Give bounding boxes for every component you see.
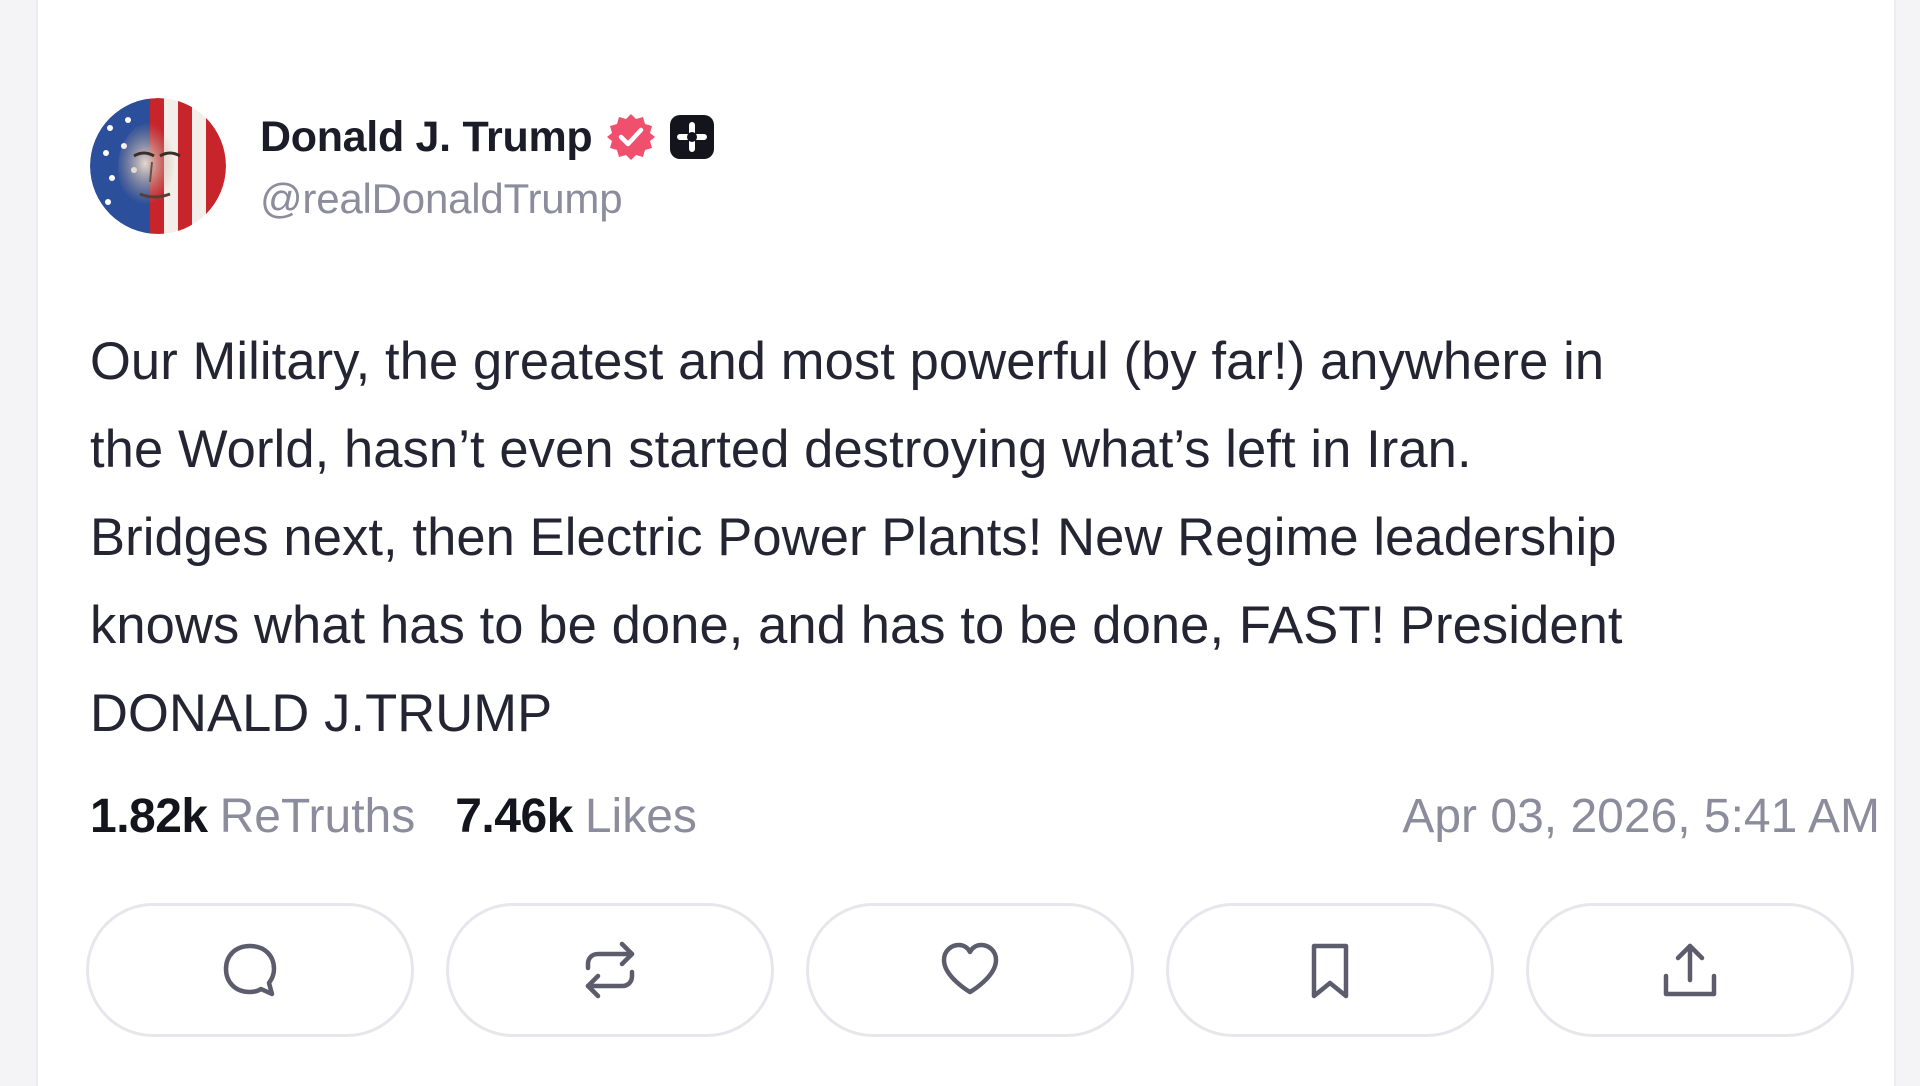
retruth-button[interactable] <box>446 903 774 1037</box>
speech-bubble-icon <box>223 943 277 997</box>
bookmark-button[interactable] <box>1166 903 1494 1037</box>
repost-arrows-icon <box>585 941 635 999</box>
plus-badge-icon <box>670 115 715 159</box>
author-handle[interactable]: @realDonaldTrump <box>260 175 716 223</box>
share-button[interactable] <box>1526 903 1854 1037</box>
post-timestamp: Apr 03, 2026, 5:41 AM <box>1402 789 1880 843</box>
post-body-text: Our Military, the greatest and most powe… <box>90 332 1623 743</box>
author-info: Donald J. Trump @realDonaldTrump <box>260 109 716 223</box>
heart-icon <box>941 942 999 995</box>
retruths-count[interactable]: 1.82k <box>90 789 208 844</box>
name-row: Donald J. Trump <box>260 109 716 165</box>
author-display-name[interactable]: Donald J. Trump <box>260 113 593 162</box>
post-card: Donald J. Trump @realDonaldTrump Our Mil… <box>36 0 1896 1086</box>
avatar[interactable] <box>90 98 226 234</box>
likes-count[interactable]: 7.46k <box>455 789 573 844</box>
reply-button[interactable] <box>86 903 414 1037</box>
post-header: Donald J. Trump @realDonaldTrump <box>90 98 716 234</box>
post-stats: 1.82k ReTruths 7.46k Likes Apr 03, 2026,… <box>90 786 1880 846</box>
likes-label[interactable]: Likes <box>585 789 697 844</box>
share-upload-icon <box>1663 943 1717 997</box>
retruths-label[interactable]: ReTruths <box>220 789 416 844</box>
avatar-image <box>90 98 226 234</box>
bookmark-icon <box>1311 943 1349 999</box>
action-bar <box>86 903 1854 1037</box>
verified-badge-icon <box>607 114 656 160</box>
like-button[interactable] <box>806 903 1134 1037</box>
